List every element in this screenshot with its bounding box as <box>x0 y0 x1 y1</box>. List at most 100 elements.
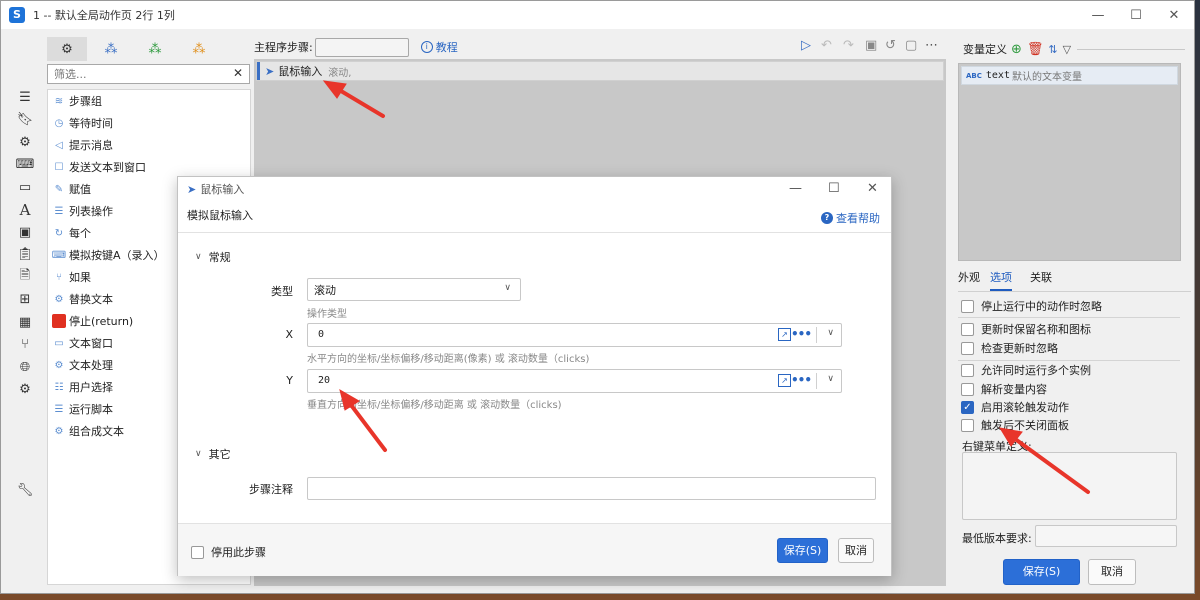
section-general[interactable]: ∨ 常规 <box>195 249 231 265</box>
document-icon[interactable]: 🗎 <box>11 266 39 289</box>
clipboard-icon[interactable]: 📋︎ <box>11 244 39 267</box>
option-multi-instance[interactable]: 允许同时运行多个实例 <box>961 361 1091 379</box>
list-item[interactable]: ☰ 运行脚本 <box>52 399 113 419</box>
minimize-button[interactable]: — <box>1079 1 1117 29</box>
tab-related[interactable]: 关联 <box>1030 269 1052 291</box>
main-steps-field[interactable] <box>314 37 409 57</box>
wrench-icon[interactable]: 🔧︎ <box>11 479 39 502</box>
keyboard-icon[interactable]: ⌨ <box>11 154 39 177</box>
more-icon[interactable]: ••• <box>791 373 812 387</box>
triple-blue-icon: ⁂ <box>104 41 118 57</box>
checkbox[interactable] <box>961 299 974 313</box>
note-icon[interactable]: ▢ <box>905 38 917 53</box>
globe-icon[interactable]: 🌐︎ <box>11 356 39 379</box>
tutorial-link[interactable]: i 教程 <box>420 39 458 55</box>
redo-icon[interactable]: ↷ <box>843 38 854 53</box>
tab-green[interactable]: ⁂ <box>135 37 175 61</box>
disable-step-option[interactable]: 停用此步骤 <box>191 544 266 560</box>
checkbox[interactable] <box>961 322 974 336</box>
expand-icon[interactable]: ↗ <box>778 374 791 387</box>
dialog-minimize-button[interactable]: — <box>789 181 802 196</box>
option-ignore-stop[interactable]: 停止运行中的动作时忽略 <box>961 297 1102 315</box>
y-field[interactable]: 20 ↗ ••• ∨ <box>307 369 842 393</box>
add-variable-icon[interactable]: ⊕ <box>1011 42 1022 57</box>
list-item[interactable]: ≋ 步骤组 <box>52 91 102 111</box>
list-item[interactable]: ◁ 提示消息 <box>52 135 113 155</box>
tab-options[interactable]: 选项 <box>990 269 1012 291</box>
tab-orange[interactable]: ⁂ <box>179 37 219 61</box>
tab-blue[interactable]: ⁂ <box>91 37 131 61</box>
edit-icon: ✎ <box>54 183 64 195</box>
save-icon[interactable]: ▣ <box>865 38 877 53</box>
save-button[interactable]: 保存(S) <box>1003 559 1080 585</box>
list-item[interactable]: ☷ 用户选择 <box>52 377 113 397</box>
checkbox[interactable] <box>961 363 974 377</box>
variable-row[interactable]: ABC text 默认的文本变量 <box>961 66 1178 85</box>
close-button[interactable]: ✕ <box>1155 1 1193 29</box>
font-icon[interactable]: A <box>11 199 39 222</box>
list-item[interactable]: ⌨ 模拟按键A（录入） <box>52 245 165 265</box>
chevron-down-icon[interactable]: ∨ <box>827 374 834 384</box>
window-icon[interactable]: ▭ <box>11 176 39 199</box>
list-item[interactable]: ◷ 等待时间 <box>52 113 113 133</box>
option-keep-name[interactable]: 更新时保留名称和图标 <box>961 320 1091 338</box>
branch-icon[interactable]: ⑂ <box>11 334 39 357</box>
option-wheel-trigger[interactable]: ✓ 启用滚轮触发动作 <box>961 398 1069 416</box>
step-row[interactable]: ➤ 鼠标输入 滚动, <box>256 61 944 81</box>
list-item[interactable]: ⚙ 文本处理 <box>52 355 113 375</box>
dialog-cancel-button[interactable]: 取消 <box>838 538 874 563</box>
more-icon[interactable]: ⋯ <box>925 38 938 53</box>
windows-icon[interactable]: ⊞ <box>11 289 39 312</box>
checkbox[interactable] <box>961 341 974 355</box>
list-item[interactable]: ⚙ 组合成文本 <box>52 421 124 441</box>
grid-icon[interactable]: ▦ <box>11 311 39 334</box>
bookmark-icon[interactable]: 🔖︎ <box>11 109 39 132</box>
list-item[interactable]: 停止(return) <box>52 311 133 331</box>
list-item[interactable]: ⑂ 如果 <box>52 267 91 287</box>
list-item[interactable]: ✎ 赋值 <box>52 179 91 199</box>
sort-icon[interactable]: ⇅ <box>1048 43 1057 56</box>
settings-cluster-icon[interactable]: ⚙ <box>11 379 39 402</box>
tab-appearance[interactable]: 外观 <box>958 269 980 291</box>
delete-icon[interactable]: 🗑︎ <box>1027 42 1044 57</box>
checkbox[interactable] <box>191 545 204 559</box>
checkbox[interactable] <box>961 418 974 432</box>
image-icon[interactable]: ▣ <box>11 221 39 244</box>
hamburger-menu-icon[interactable]: ☰ <box>11 86 39 109</box>
cancel-button[interactable]: 取消 <box>1088 559 1136 585</box>
help-link[interactable]: ? 查看帮助 <box>821 210 880 226</box>
option-ignore-update[interactable]: 检查更新时忽略 <box>961 339 1058 357</box>
filter-icon[interactable]: ▽ <box>1063 43 1071 56</box>
section-other[interactable]: ∨ 其它 <box>195 446 231 462</box>
checkbox[interactable] <box>961 382 974 396</box>
note-field[interactable] <box>307 477 876 500</box>
checkbox-checked[interactable]: ✓ <box>961 400 974 414</box>
filter-input-box: ✕ <box>47 64 250 84</box>
list-item[interactable]: ☰ 列表操作 <box>52 201 113 221</box>
expand-icon[interactable]: ↗ <box>778 328 791 341</box>
history-icon[interactable]: ↺ <box>885 38 896 53</box>
list-item[interactable]: ☐ 发送文本到窗口 <box>52 157 146 177</box>
run-icon[interactable]: ▷ <box>801 38 811 53</box>
option-keep-panel[interactable]: 触发后不关闭面板 <box>961 416 1069 434</box>
list-item[interactable]: ▭ 文本窗口 <box>52 333 113 353</box>
maximize-button[interactable]: ☐ <box>1117 1 1155 29</box>
dialog-save-button[interactable]: 保存(S) <box>777 538 828 563</box>
min-version-field[interactable] <box>1035 525 1177 547</box>
list-item[interactable]: ↻ 每个 <box>52 223 91 243</box>
tab-general[interactable]: ⚙ <box>47 37 87 61</box>
undo-icon[interactable]: ↶ <box>821 38 832 53</box>
clear-filter-icon[interactable]: ✕ <box>233 66 243 80</box>
type-select[interactable]: 滚动 ∨ <box>307 278 521 301</box>
context-menu-field[interactable] <box>962 452 1177 520</box>
more-icon[interactable]: ••• <box>791 327 812 341</box>
chevron-down-icon[interactable]: ∨ <box>827 328 834 338</box>
gear-icon[interactable]: ⚙ <box>11 131 39 154</box>
list-item[interactable]: ⚙ 替换文本 <box>52 289 113 309</box>
script-icon: ☰ <box>54 403 64 415</box>
dialog-maximize-button[interactable]: ☐ <box>828 181 840 196</box>
x-field[interactable]: 0 ↗ ••• ∨ <box>307 323 842 347</box>
filter-input[interactable] <box>48 65 218 83</box>
dialog-close-button[interactable]: ✕ <box>867 181 878 196</box>
option-parse-variables[interactable]: 解析变量内容 <box>961 380 1047 398</box>
